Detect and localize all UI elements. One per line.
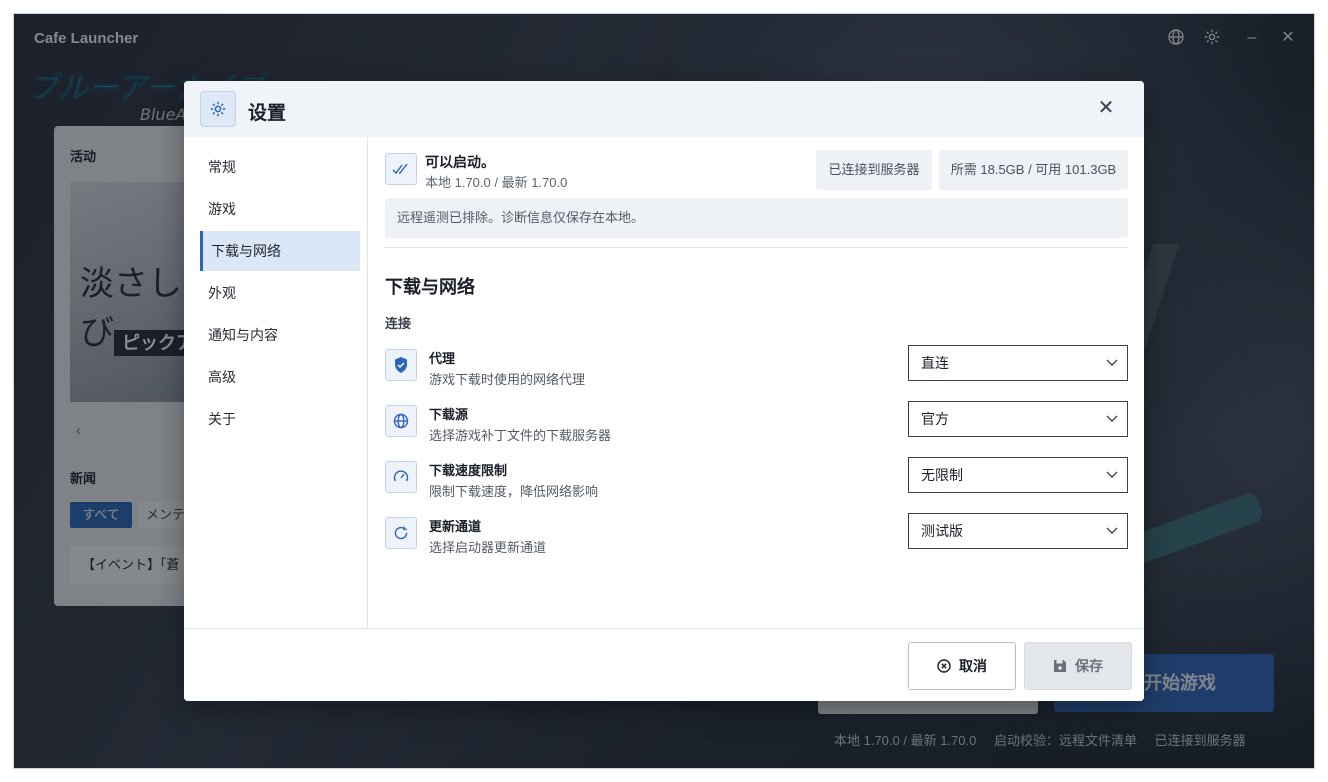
setting-row-proxy: 代理 游戏下载时使用的网络代理 直连 <box>385 345 1128 389</box>
group-label-connection: 连接 <box>385 316 412 331</box>
dialog-title: 设置 <box>248 103 287 124</box>
server-status-chip: 已连接到服务器 <box>816 150 932 190</box>
settings-nav: 常规 游戏 下载与网络 外观 通知与内容 高级 关于 <box>184 137 368 628</box>
section-title: 下载与网络 <box>385 277 475 297</box>
update-channel-desc: 选择启动器更新通道 <box>429 540 547 555</box>
setting-row-update-channel: 更新通道 选择启动器更新通道 测试版 <box>385 513 1128 557</box>
chevron-down-icon <box>1105 458 1119 505</box>
download-source-desc: 选择游戏补丁文件的下载服务器 <box>429 428 612 443</box>
shield-icon <box>385 349 417 381</box>
globe-icon <box>385 405 417 437</box>
launch-status-version: 本地 1.70.0 / 最新 1.70.0 <box>425 175 568 190</box>
speed-limit-desc: 限制下载速度，降低网络影响 <box>429 484 599 499</box>
proxy-select[interactable]: 直连 <box>908 345 1128 381</box>
cancel-circle-icon <box>937 658 951 674</box>
launch-status-title: 可以启动。 <box>425 154 495 170</box>
speedometer-icon <box>385 461 417 493</box>
update-channel-select[interactable]: 测试版 <box>908 513 1128 549</box>
nav-item-download-network[interactable]: 下载与网络 <box>200 231 360 271</box>
download-source-title: 下载源 <box>429 407 469 422</box>
setting-row-speed-limit: 下载速度限制 限制下载速度，降低网络影响 无限制 <box>385 457 1128 501</box>
chevron-down-icon <box>1105 514 1119 561</box>
speed-limit-value: 无限制 <box>921 467 963 483</box>
settings-dialog: 设置 ✕ 常规 游戏 下载与网络 外观 通知与内容 高级 关于 可以启动。 本地… <box>184 81 1144 701</box>
proxy-desc: 游戏下载时使用的网络代理 <box>429 372 586 387</box>
section-divider <box>385 247 1128 248</box>
setting-row-download-source: 下载源 选择游戏补丁文件的下载服务器 官方 <box>385 401 1128 445</box>
refresh-icon <box>385 517 417 549</box>
chevron-down-icon <box>1105 346 1119 393</box>
nav-item-notifications[interactable]: 通知与内容 <box>200 315 360 355</box>
speed-limit-select[interactable]: 无限制 <box>908 457 1128 493</box>
download-source-select[interactable]: 官方 <box>908 401 1128 437</box>
cancel-button[interactable]: 取消 <box>908 642 1016 690</box>
dialog-footer: 取消 保存 <box>184 628 1144 701</box>
save-label: 保存 <box>1075 658 1103 674</box>
chevron-down-icon <box>1105 402 1119 449</box>
cancel-label: 取消 <box>959 658 987 674</box>
nav-item-about[interactable]: 关于 <box>200 399 360 439</box>
download-source-value: 官方 <box>921 411 949 427</box>
dialog-header: 设置 ✕ <box>184 81 1144 137</box>
nav-item-advanced[interactable]: 高级 <box>200 357 360 397</box>
nav-item-game[interactable]: 游戏 <box>200 189 360 229</box>
proxy-value: 直连 <box>921 355 949 371</box>
nav-item-appearance[interactable]: 外观 <box>200 273 360 313</box>
settings-gear-icon <box>200 91 236 127</box>
speed-limit-title: 下载速度限制 <box>429 463 508 478</box>
nav-item-general[interactable]: 常规 <box>200 147 360 187</box>
save-disk-icon <box>1053 658 1067 674</box>
settings-content: 可以启动。 本地 1.70.0 / 最新 1.70.0 已连接到服务器 所需 1… <box>369 137 1144 628</box>
update-channel-title: 更新通道 <box>429 519 482 534</box>
storage-status-chip: 所需 18.5GB / 可用 101.3GB <box>939 150 1128 190</box>
update-channel-value: 测试版 <box>921 523 963 539</box>
double-check-icon <box>385 153 417 185</box>
telemetry-notice: 远程遥测已排除。诊断信息仅保存在本地。 <box>385 198 1128 238</box>
dialog-close-button[interactable]: ✕ <box>1096 98 1116 118</box>
proxy-title: 代理 <box>429 351 456 366</box>
save-button[interactable]: 保存 <box>1024 642 1132 690</box>
